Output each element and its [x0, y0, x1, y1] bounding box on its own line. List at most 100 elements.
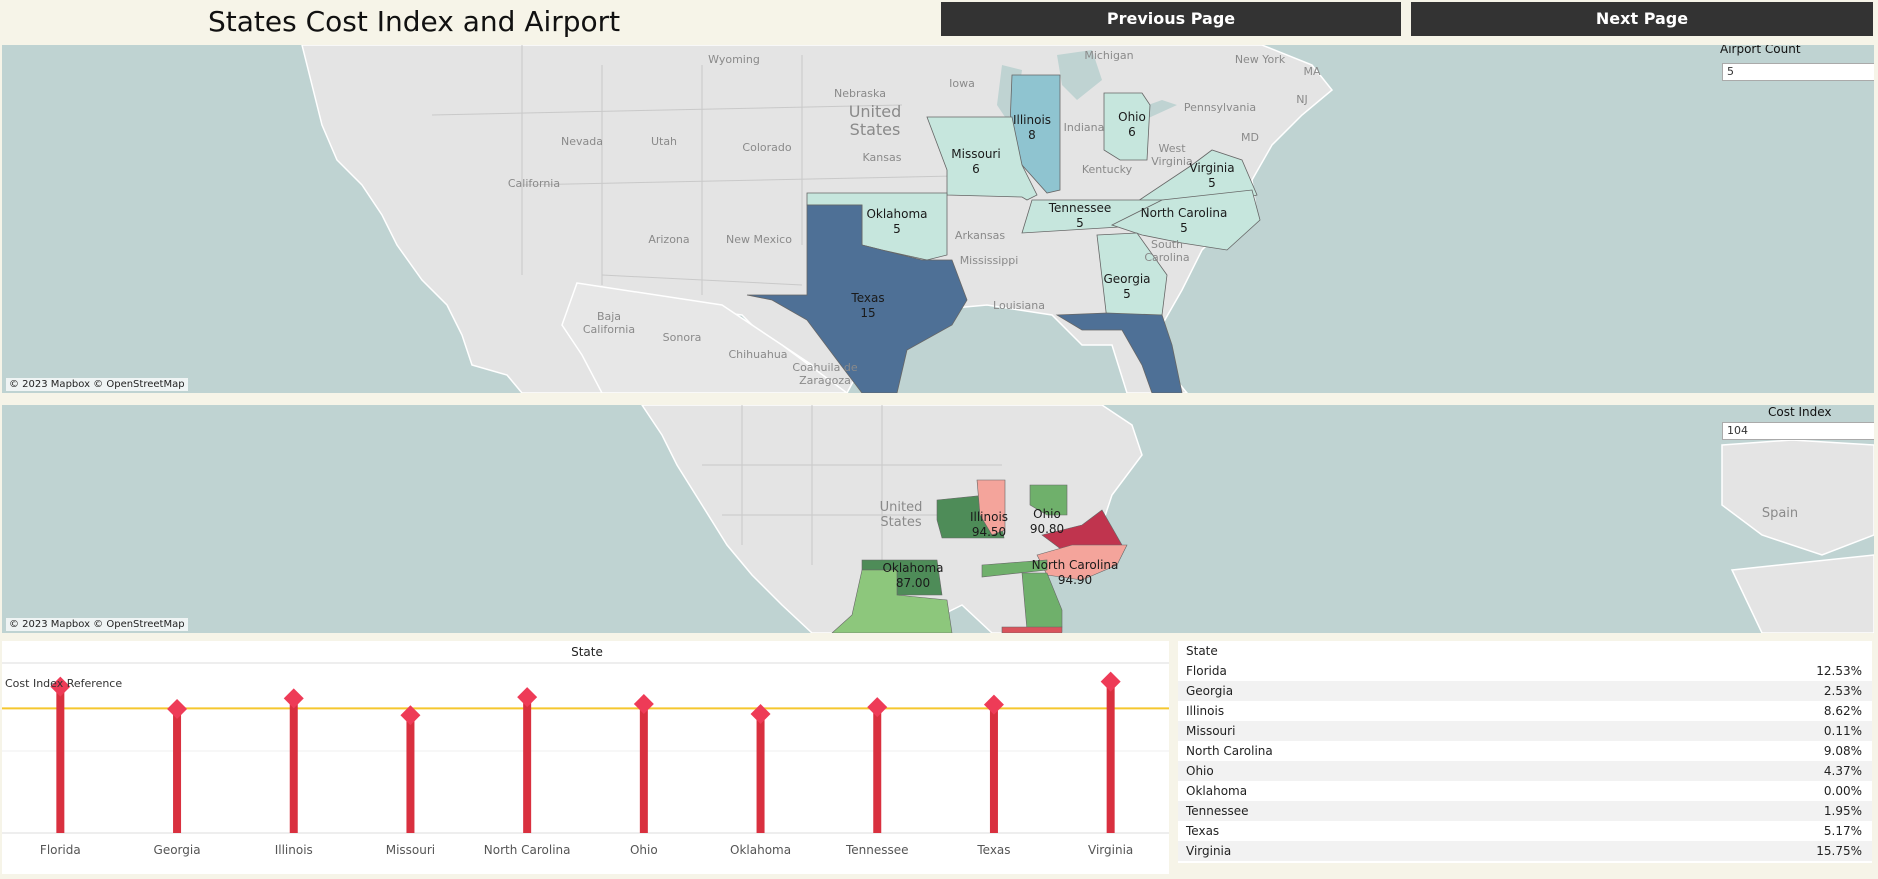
state-shape-georgia[interactable] — [1021, 572, 1063, 631]
chart-bar[interactable] — [873, 707, 882, 833]
map-africa — [1730, 554, 1874, 633]
table-cell-value: 4.37% — [1823, 764, 1862, 778]
chart-tick-label: North Carolina — [484, 843, 571, 857]
chart-bar[interactable] — [289, 698, 298, 833]
chart-bar[interactable] — [756, 713, 765, 833]
table-row[interactable]: Tennessee 1.95% — [1178, 801, 1872, 821]
mark-label-value: 94.90 — [1058, 573, 1092, 587]
base-label-mississippi: Mississippi — [960, 254, 1019, 267]
chart-marker[interactable] — [750, 703, 771, 724]
chart-tick-label: Florida — [40, 843, 81, 857]
base-label-south-carolina-2: Carolina — [1144, 251, 1189, 264]
state-shape-florida[interactable] — [1001, 626, 1063, 633]
mark-label-value: 6 — [1128, 125, 1136, 139]
mark-label-state: Ohio — [1033, 507, 1061, 521]
mark-label-value: 5 — [1180, 221, 1188, 235]
table-cell-state: Georgia — [1186, 684, 1234, 698]
table-row[interactable]: Ohio 4.37% — [1178, 761, 1872, 781]
table-cell-state: Missouri — [1186, 724, 1236, 738]
table-cell-value: 0.11% — [1823, 724, 1862, 738]
chart-marker[interactable] — [633, 694, 654, 715]
chart-marker[interactable] — [167, 699, 188, 720]
base-label-chihuahua: Chihuahua — [728, 348, 787, 361]
cost-index-chart-panel: State Cost Index Reference Florida Georgi… — [2, 641, 1169, 874]
table-cell-value: 8.62% — [1823, 704, 1862, 718]
cost-index-chart: State Cost Index Reference Florida Georgi… — [2, 645, 1169, 857]
base-label-united: United — [849, 102, 902, 121]
base-label-new-york: New York — [1235, 53, 1286, 66]
base-label-baja-2: California — [583, 323, 635, 336]
cost-index-filter-input[interactable]: 104 — [1722, 422, 1874, 440]
base-label-nebraska: Nebraska — [834, 87, 886, 100]
chart-bar[interactable] — [173, 709, 182, 833]
mark-label-value: 6 — [972, 162, 980, 176]
table-row[interactable]: Florida 12.53% — [1178, 661, 1872, 681]
chart-column-header: State — [571, 645, 603, 659]
airport-map-canvas: Wyoming Michigan New York MA Nebraska Io… — [301, 45, 1334, 393]
table-cell-state: Florida — [1186, 664, 1227, 678]
map-attribution[interactable]: © 2023 Mapbox © OpenStreetMap — [6, 618, 188, 631]
table-cell-state: Texas — [1186, 824, 1220, 838]
mark-label-state: Missouri — [951, 147, 1000, 161]
chart-tick-label: Illinois — [275, 843, 313, 857]
cost-map-canvas: United States Spain Illinois 94.50 Ohio … — [641, 405, 1874, 633]
map-europe — [1721, 439, 1874, 556]
table-row[interactable]: Texas 5.17% — [1178, 821, 1872, 841]
base-label-baja-1: Baja — [597, 310, 621, 323]
previous-page-button[interactable]: Previous Page — [941, 2, 1401, 36]
chart-bar[interactable] — [989, 704, 998, 833]
chart-bar[interactable] — [56, 686, 65, 833]
table-row[interactable]: North Carolina 9.08% — [1178, 741, 1872, 761]
chart-bar[interactable] — [406, 715, 415, 833]
next-page-button[interactable]: Next Page — [1411, 2, 1873, 36]
airport-count-filter-input[interactable]: 5 — [1722, 63, 1874, 81]
base-label-south-carolina-1: South — [1151, 238, 1183, 251]
airport-count-map[interactable]: Wyoming Michigan New York MA Nebraska Io… — [2, 45, 1874, 393]
table-row[interactable]: Virginia 15.75% — [1178, 841, 1872, 861]
mark-label-value: 94.50 — [972, 525, 1006, 539]
base-label-sonora: Sonora — [663, 331, 702, 344]
chart-tick-label: Georgia — [154, 843, 201, 857]
base-label-kentucky: Kentucky — [1082, 163, 1133, 176]
table-header-row: State — [1178, 641, 1872, 662]
chart-bar[interactable] — [1106, 681, 1115, 833]
mark-label-state: Oklahoma — [882, 561, 943, 575]
chart-bar[interactable] — [639, 704, 648, 833]
base-label-spain: Spain — [1762, 506, 1798, 521]
page-title: States Cost Index and Airport Dashboard — [208, 5, 621, 74]
base-label-nevada: Nevada — [561, 135, 603, 148]
base-label-kansas: Kansas — [863, 151, 902, 164]
base-label-states: States — [880, 515, 921, 530]
base-label-california: California — [508, 177, 560, 190]
airport-count-filter-label: Airport Count — [1720, 45, 1801, 56]
base-label-west-virginia-1: West — [1158, 142, 1186, 155]
chart-marker[interactable] — [283, 688, 304, 709]
cost-index-map[interactable]: United States Spain Illinois 94.50 Ohio … — [2, 405, 1874, 633]
mark-label-state: Texas — [850, 291, 884, 305]
base-label-utah: Utah — [651, 135, 677, 148]
base-label-iowa: Iowa — [949, 77, 975, 90]
mark-label-value: 8 — [1028, 128, 1036, 142]
chart-marker[interactable] — [1100, 671, 1121, 692]
chart-marker[interactable] — [517, 687, 538, 708]
base-label-michigan: Michigan — [1084, 49, 1133, 62]
table-row[interactable]: Georgia 2.53% — [1178, 681, 1872, 701]
chart-marker[interactable] — [867, 697, 888, 718]
table-row[interactable]: Illinois 8.62% — [1178, 701, 1872, 721]
table-row[interactable]: Missouri 0.11% — [1178, 721, 1872, 741]
base-label-states: States — [850, 120, 901, 139]
mark-label-state: Illinois — [970, 510, 1008, 524]
table-cell-value: 12.53% — [1816, 664, 1862, 678]
table-row[interactable]: Oklahoma 0.00% — [1178, 781, 1872, 801]
state-shape-ohio[interactable] — [1103, 92, 1151, 161]
map-attribution[interactable]: © 2023 Mapbox © OpenStreetMap — [6, 378, 188, 391]
base-label-louisiana: Louisiana — [993, 299, 1045, 312]
chart-marker[interactable] — [983, 694, 1004, 715]
table-cell-state: Ohio — [1186, 764, 1214, 778]
table-cell-value: 15.75% — [1816, 844, 1862, 858]
chart-tick-label: Missouri — [386, 843, 435, 857]
mark-label-value: 5 — [893, 222, 901, 236]
mark-label-value: 87.00 — [896, 576, 930, 590]
chart-bar[interactable] — [523, 697, 532, 833]
chart-tick-label: Tennessee — [845, 843, 909, 857]
